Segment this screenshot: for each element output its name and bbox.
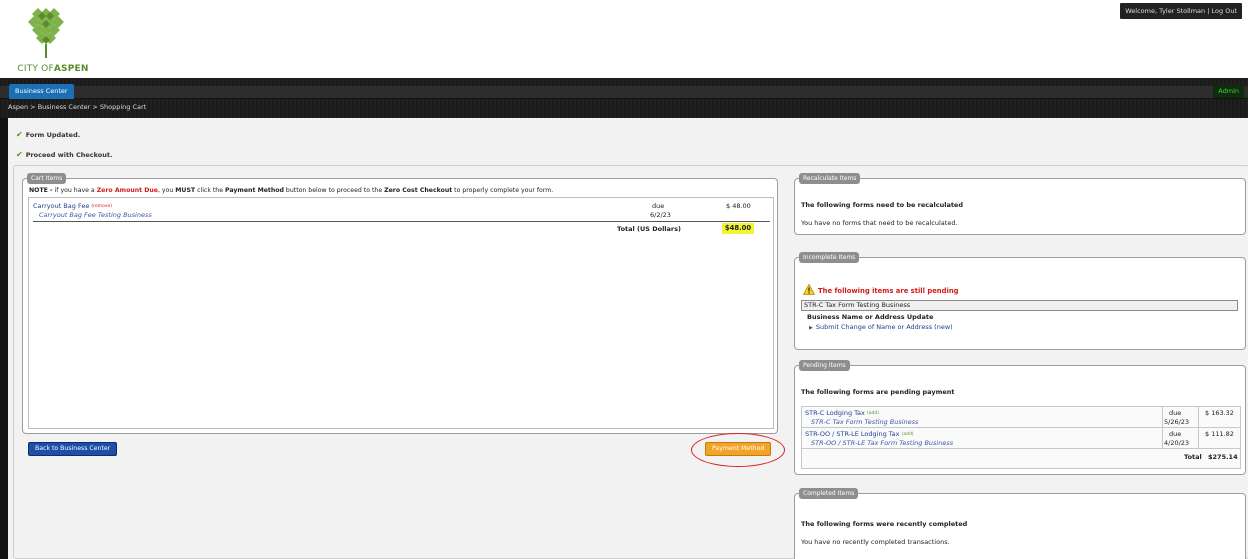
- cart-item-business: Carryout Bag Fee Testing Business: [39, 211, 152, 219]
- incomplete-legend: Incomplete Items: [799, 252, 860, 263]
- breadcrumb-sep: >: [92, 103, 98, 111]
- pending-item-name[interactable]: STR-C Lodging Tax (add): [805, 409, 879, 417]
- table-row: STR-OO / STR-LE Lodging Tax (add) STR-OO…: [802, 428, 1240, 449]
- form-updated-message: ✔ Form Updated.: [16, 130, 81, 139]
- pending-item-due-label: due: [1169, 409, 1182, 417]
- cart-total-label: Total (US Dollars): [617, 225, 681, 233]
- cart-item-name[interactable]: Carryout Bag Fee (remove): [33, 202, 112, 210]
- divider: [33, 221, 770, 222]
- cart-item-due-date: 6/2/23: [650, 211, 671, 219]
- welcome-text: Welcome, Tyler Stollman: [1125, 7, 1206, 15]
- payment-method-button[interactable]: Payment Method: [705, 442, 772, 456]
- pending-item-due-label: due: [1169, 430, 1182, 438]
- completed-items-section: Completed Items The following forms were…: [794, 488, 1246, 559]
- proceed-message: ✔ Proceed with Checkout.: [16, 150, 113, 159]
- pending-legend: Pending Items: [799, 360, 850, 371]
- divider: [1198, 407, 1199, 427]
- incomplete-business-row: STR-C Tax Form Testing Business: [801, 300, 1238, 311]
- recalculate-items-section: Recalculate Items The following forms ne…: [794, 173, 1246, 235]
- recalculate-legend: Recalculate Items: [799, 173, 861, 184]
- separator: |: [1207, 7, 1210, 15]
- logout-link[interactable]: Log Out: [1212, 7, 1237, 15]
- cart-item-amount: $ 48.00: [726, 202, 751, 210]
- divider: [1162, 407, 1163, 427]
- pending-table: STR-C Lodging Tax (add) STR-C Tax Form T…: [801, 406, 1241, 469]
- completed-text: You have no recently completed transacti…: [801, 538, 950, 546]
- add-link[interactable]: (add): [867, 411, 879, 416]
- divider: [1198, 428, 1199, 448]
- incomplete-items-section: Incomplete Items The following items are…: [794, 252, 1246, 350]
- recalculate-text: You have no forms that need to be recalc…: [801, 219, 958, 227]
- cart-items-legend: Cart Items: [27, 173, 67, 184]
- completed-legend: Completed Items: [799, 488, 859, 499]
- pending-total-label: Total: [1184, 453, 1202, 461]
- cart-item-due-label: due: [652, 202, 665, 210]
- pending-item-business: STR-OO / STR-LE Tax Form Testing Busines…: [811, 439, 954, 447]
- breadcrumb-aspen[interactable]: Aspen: [8, 103, 28, 111]
- cart-total-amount: $48.00: [722, 223, 754, 234]
- city-name: CITY OFASPEN: [17, 64, 89, 74]
- add-link[interactable]: (add): [902, 432, 914, 437]
- warning-icon: [803, 284, 815, 295]
- breadcrumb: Aspen > Business Center > Shopping Cart: [8, 102, 146, 112]
- cart-panel: Cart Items NOTE - if you have a Zero Amo…: [13, 165, 1248, 559]
- pending-item-name[interactable]: STR-OO / STR-LE Lodging Tax (add): [805, 430, 914, 438]
- recalculate-title: The following forms need to be recalcula…: [801, 201, 963, 209]
- incomplete-form-type: Business Name or Address Update: [807, 313, 934, 321]
- pending-items-section: Pending Items The following forms are pe…: [794, 360, 1246, 475]
- pending-title: The following forms are pending payment: [801, 388, 955, 396]
- breadcrumb-business-center[interactable]: Business Center: [38, 103, 91, 111]
- tab-business-center[interactable]: Business Center: [9, 84, 74, 99]
- checkmark-icon: ✔: [16, 150, 23, 159]
- tab-admin[interactable]: Admin: [1213, 85, 1244, 98]
- submit-change-link[interactable]: ▶ Submit Change of Name or Address (new): [809, 323, 953, 331]
- pending-warning: The following items are still pending: [803, 284, 959, 295]
- cart-list: Carryout Bag Fee (remove) Carryout Bag F…: [28, 197, 774, 429]
- back-to-business-center-button[interactable]: Back to Business Center: [28, 442, 118, 456]
- divider: [1162, 428, 1163, 448]
- cart-items-section: Cart Items NOTE - if you have a Zero Amo…: [22, 173, 778, 434]
- aspen-leaves-icon: [28, 8, 64, 58]
- page-header: CITY OFASPEN Welcome, Tyler Stollman | L…: [0, 0, 1248, 78]
- pending-item-business: STR-C Tax Form Testing Business: [811, 418, 919, 426]
- nav-strip: [0, 86, 1248, 99]
- main-nav: Business Center Admin Aspen > Business C…: [0, 78, 1248, 118]
- pending-item-due-date: 5/26/23: [1164, 418, 1190, 426]
- table-row: STR-C Lodging Tax (add) STR-C Tax Form T…: [802, 407, 1240, 428]
- user-welcome-bar: Welcome, Tyler Stollman | Log Out: [1120, 3, 1242, 19]
- pending-total-amount: $275.14: [1208, 453, 1238, 461]
- checkmark-icon: ✔: [16, 130, 23, 139]
- breadcrumb-sep: >: [30, 103, 36, 111]
- completed-title: The following forms were recently comple…: [801, 520, 968, 528]
- triangle-right-icon: ▶: [809, 325, 813, 331]
- city-logo[interactable]: CITY OFASPEN: [14, 6, 92, 76]
- pending-item-due-date: 4/20/23: [1164, 439, 1190, 447]
- cart-note: NOTE - if you have a Zero Amount Due, yo…: [29, 187, 554, 194]
- main-content: ✔ Form Updated. ✔ Proceed with Checkout. C…: [0, 118, 1248, 559]
- pending-item-amount: $ 163.32: [1205, 409, 1234, 417]
- breadcrumb-shopping-cart: Shopping Cart: [99, 103, 147, 111]
- pending-item-amount: $ 111.82: [1205, 430, 1234, 438]
- remove-link[interactable]: (remove): [91, 204, 112, 209]
